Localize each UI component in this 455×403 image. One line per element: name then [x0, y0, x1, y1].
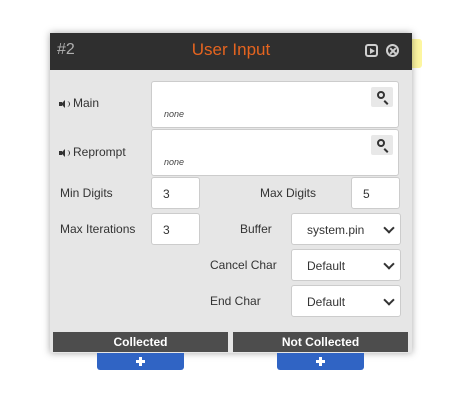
plus-icon [316, 357, 325, 366]
cancel-char-value: Default [307, 259, 346, 273]
end-char-select[interactable]: Default [291, 285, 401, 317]
play-icon[interactable] [365, 44, 378, 57]
canvas: #2 User Input Main none Reprompt none Mi… [0, 0, 455, 403]
end-char-value: Default [307, 295, 346, 309]
user-input-node[interactable]: #2 User Input Main none Reprompt none Mi… [50, 33, 412, 353]
search-icon [377, 91, 385, 99]
not-collected-path-header: Not Collected [233, 332, 408, 352]
add-not-collected-path-button[interactable] [277, 353, 364, 370]
collected-path-header: Collected [53, 332, 228, 352]
chevron-down-icon [383, 258, 395, 270]
main-prompt-value: none [164, 109, 185, 119]
chevron-down-icon [383, 294, 395, 306]
add-collected-path-button[interactable] [97, 353, 184, 370]
plus-icon [136, 357, 145, 366]
min-digits-label: Min Digits [60, 186, 113, 200]
buffer-select[interactable]: system.pin [291, 213, 401, 245]
reprompt-label: Reprompt [59, 145, 126, 159]
cancel-char-label: Cancel Char [210, 258, 277, 272]
main-prompt-field[interactable]: none [151, 81, 399, 128]
node-header[interactable]: #2 User Input [50, 33, 412, 70]
min-digits-input[interactable]: 3 [151, 177, 200, 209]
max-iterations-input[interactable]: 3 [151, 213, 200, 245]
max-iterations-label: Max Iterations [60, 222, 136, 236]
speaker-icon [59, 149, 70, 157]
cancel-char-select[interactable]: Default [291, 249, 401, 281]
buffer-label: Buffer [240, 222, 272, 236]
end-char-label: End Char [210, 294, 261, 308]
speaker-icon [59, 100, 70, 108]
main-prompt-label-text: Main [73, 96, 100, 110]
reprompt-field[interactable]: none [151, 129, 399, 176]
main-prompt-label: Main [59, 96, 99, 110]
max-digits-input[interactable]: 5 [351, 177, 400, 209]
close-icon[interactable] [386, 44, 399, 57]
reprompt-label-text: Reprompt [73, 145, 126, 159]
reprompt-search-button[interactable] [371, 135, 393, 155]
search-icon [377, 139, 385, 147]
buffer-value: system.pin [307, 223, 365, 237]
chevron-down-icon [383, 222, 395, 234]
node-title: User Input [191, 40, 271, 59]
reprompt-value: none [164, 157, 185, 167]
max-digits-label: Max Digits [260, 186, 317, 200]
main-prompt-search-button[interactable] [371, 87, 393, 107]
